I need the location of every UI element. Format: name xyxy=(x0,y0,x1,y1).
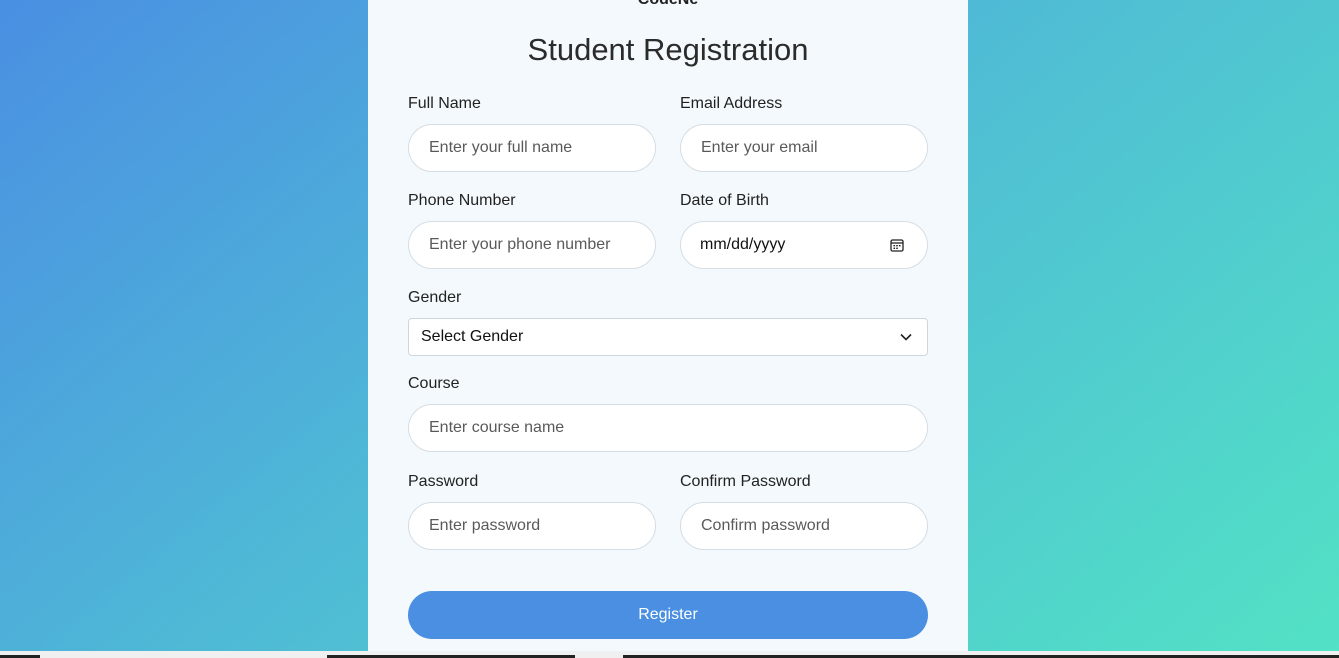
confirm-password-label: Confirm Password xyxy=(680,473,811,490)
full-name-input[interactable] xyxy=(408,124,656,172)
chevron-down-icon xyxy=(900,333,912,341)
dob-value: mm/dd/yyyy xyxy=(700,236,786,253)
gender-select[interactable]: Select Gender xyxy=(408,318,928,356)
course-label: Course xyxy=(408,375,460,392)
full-name-label: Full Name xyxy=(408,95,481,112)
brand-logo-text: CodeNe xyxy=(368,0,968,9)
dob-input[interactable]: mm/dd/yyyy xyxy=(680,221,928,269)
course-input[interactable] xyxy=(408,404,928,452)
dob-label: Date of Birth xyxy=(680,192,769,209)
password-label: Password xyxy=(408,473,479,490)
gender-label: Gender xyxy=(408,289,462,306)
register-button[interactable]: Register xyxy=(408,591,928,639)
page-title: Student Registration xyxy=(527,32,809,67)
gender-selected-value: Select Gender xyxy=(421,328,524,345)
password-input[interactable] xyxy=(408,502,656,550)
calendar-icon[interactable] xyxy=(890,238,904,252)
registration-card: CodeNe Student Registration Full Name Em… xyxy=(368,0,968,651)
phone-label: Phone Number xyxy=(408,192,516,209)
email-label: Email Address xyxy=(680,95,783,112)
taskbar-strip xyxy=(0,651,1339,658)
email-input[interactable] xyxy=(680,124,928,172)
confirm-password-input[interactable] xyxy=(680,502,928,550)
phone-input[interactable] xyxy=(408,221,656,269)
